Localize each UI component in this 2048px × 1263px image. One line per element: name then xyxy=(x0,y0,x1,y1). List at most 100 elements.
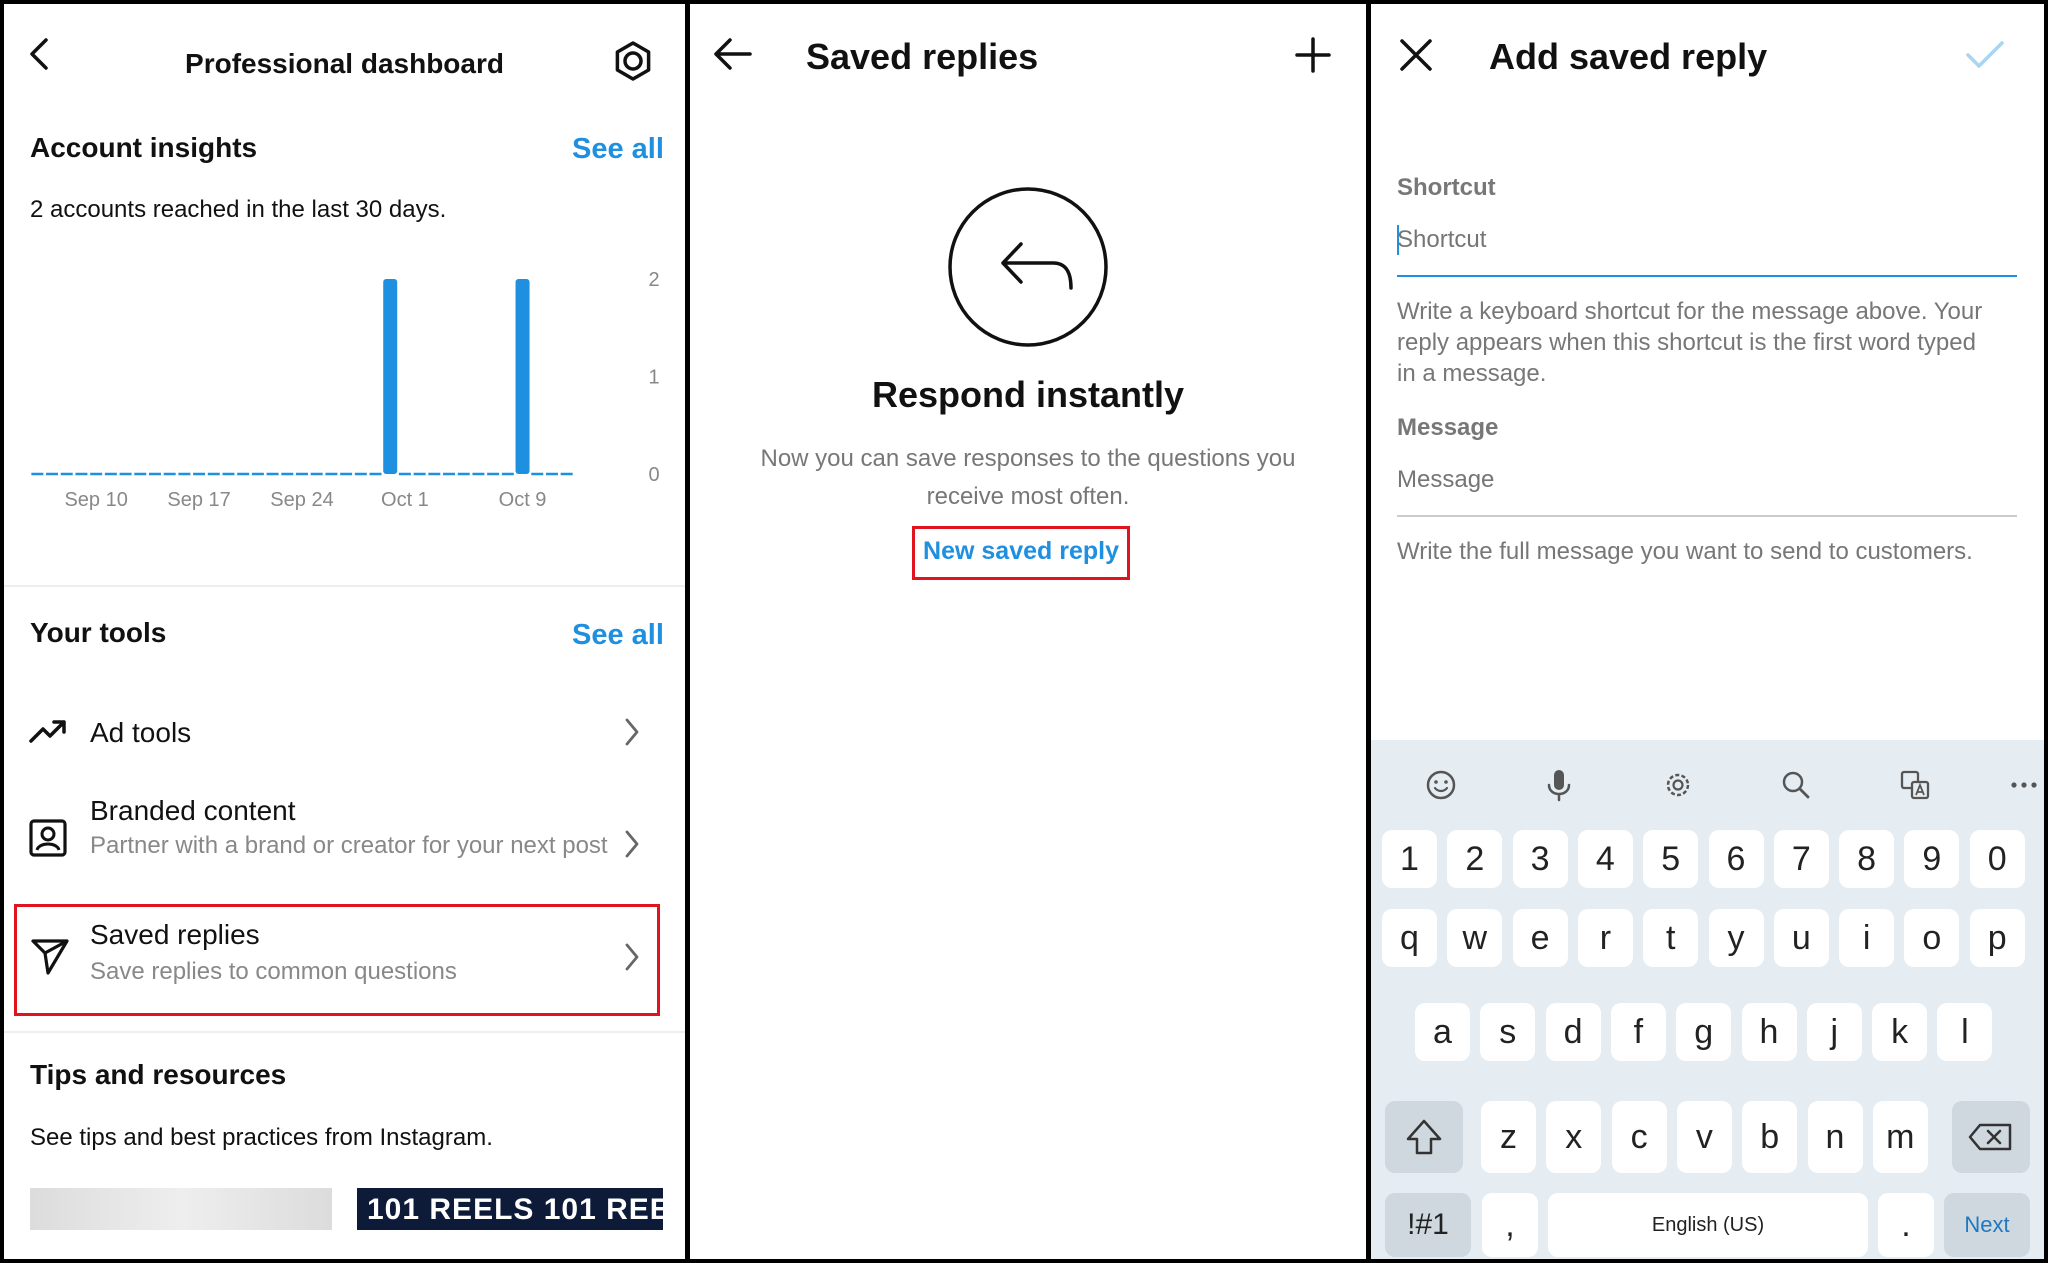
key-j[interactable]: j xyxy=(1806,1003,1862,1061)
chart-x-tick: Sep 24 xyxy=(270,489,333,511)
space-key[interactable]: English (US) xyxy=(1548,1193,1868,1257)
tool-item-branded-content[interactable]: Branded content Partner with a brand or … xyxy=(4,786,685,896)
tools-see-all-link[interactable]: See all xyxy=(572,619,664,652)
chevron-right-icon xyxy=(622,716,642,748)
add-plus-icon[interactable] xyxy=(1294,36,1332,74)
more-options-icon[interactable] xyxy=(2008,760,2044,810)
key-c[interactable]: c xyxy=(1611,1101,1667,1173)
tip-thumbnail[interactable] xyxy=(30,1188,332,1230)
chart-y-tick: 0 xyxy=(648,464,659,486)
symbols-key[interactable]: !#1 xyxy=(1385,1193,1471,1257)
new-saved-reply-button[interactable]: New saved reply xyxy=(912,526,1130,580)
key-r[interactable]: r xyxy=(1577,909,1633,967)
empty-state-heading: Respond instantly xyxy=(871,374,1185,415)
key-l[interactable]: l xyxy=(1937,1003,1993,1061)
key-z[interactable]: z xyxy=(1481,1101,1536,1173)
key-f[interactable]: f xyxy=(1610,1003,1666,1061)
chart-x-tick: Oct 1 xyxy=(381,489,429,511)
key-q[interactable]: q xyxy=(1382,909,1437,967)
reels-tip-thumbnail[interactable]: 101 REELS 101 REEL xyxy=(357,1188,663,1230)
close-icon[interactable] xyxy=(1399,38,1433,72)
chart-y-tick: 1 xyxy=(648,367,659,389)
tool-description: Save replies to common questions xyxy=(90,958,457,985)
page-title: Professional dashboard xyxy=(185,48,504,79)
shortcut-help-line-1: Write a keyboard shortcut for the messag… xyxy=(1397,298,1983,325)
confirm-check-icon[interactable] xyxy=(1965,40,2005,70)
empty-state-description-line-2: receive most often. xyxy=(926,483,1130,510)
key-9[interactable]: 9 xyxy=(1904,830,1960,888)
section-divider xyxy=(4,1031,685,1033)
shortcut-help-line-3: in a message. xyxy=(1397,360,1547,387)
microphone-icon[interactable] xyxy=(1534,760,1584,810)
key-s[interactable]: s xyxy=(1480,1003,1536,1061)
key-g[interactable]: g xyxy=(1676,1003,1732,1061)
key-p[interactable]: p xyxy=(1969,909,2025,967)
key-o[interactable]: o xyxy=(1904,909,1960,967)
key-b[interactable]: b xyxy=(1742,1101,1798,1173)
page-title: Saved replies xyxy=(806,36,1039,77)
key-0[interactable]: 0 xyxy=(1969,830,2025,888)
reach-summary: 2 accounts reached in the last 30 days. xyxy=(30,196,447,223)
chart-bar-oct-9 xyxy=(515,279,530,474)
key-h[interactable]: h xyxy=(1741,1003,1797,1061)
key-w[interactable]: w xyxy=(1447,909,1503,967)
insights-see-all-link[interactable]: See all xyxy=(572,133,664,166)
tool-label: Ad tools xyxy=(90,717,192,748)
tool-item-ad-tools[interactable]: Ad tools xyxy=(4,694,685,774)
key-6[interactable]: 6 xyxy=(1708,830,1764,888)
message-help: Write the full message you want to send … xyxy=(1397,538,1973,565)
keyboard-settings-gear-icon[interactable] xyxy=(1653,760,1703,810)
message-label: Message xyxy=(1397,414,1499,441)
branded-content-icon xyxy=(28,818,68,858)
reply-arrow-circle-icon xyxy=(947,186,1109,348)
message-underline xyxy=(1397,515,2017,517)
back-arrow-icon[interactable] xyxy=(712,36,754,72)
empty-state-description-line-1: Now you can save responses to the questi… xyxy=(760,445,1296,472)
tool-label: Branded content xyxy=(90,795,296,826)
key-4[interactable]: 4 xyxy=(1577,830,1633,888)
key-a[interactable]: a xyxy=(1415,1003,1470,1061)
tool-item-saved-replies[interactable]: Saved replies Save replies to common que… xyxy=(14,904,660,1016)
key-e[interactable]: e xyxy=(1512,909,1568,967)
key-1[interactable]: 1 xyxy=(1382,830,1437,888)
section-divider xyxy=(4,585,685,587)
tips-text: See tips and best practices from Instagr… xyxy=(30,1124,493,1151)
on-screen-keyboard: 1234567890 qwertyuiop asdfghjkl zxcvbnm !#1… xyxy=(1371,740,2044,1259)
backspace-key[interactable] xyxy=(1952,1101,2030,1173)
next-key[interactable]: Next xyxy=(1944,1193,2030,1257)
comma-key[interactable]: , xyxy=(1482,1193,1538,1257)
key-8[interactable]: 8 xyxy=(1839,830,1895,888)
tool-label: Saved replies xyxy=(90,919,260,950)
chevron-right-icon xyxy=(622,941,642,973)
key-m[interactable]: m xyxy=(1872,1101,1928,1173)
chart-x-tick: Sep 17 xyxy=(167,489,230,511)
emoji-icon[interactable] xyxy=(1416,760,1466,810)
key-2[interactable]: 2 xyxy=(1447,830,1503,888)
message-input[interactable] xyxy=(1397,466,1997,494)
key-k[interactable]: k xyxy=(1872,1003,1928,1061)
key-3[interactable]: 3 xyxy=(1512,830,1568,888)
chart-bar-sep-30 xyxy=(383,279,398,474)
key-v[interactable]: v xyxy=(1676,1101,1732,1173)
key-d[interactable]: d xyxy=(1545,1003,1601,1061)
paper-plane-icon xyxy=(29,935,71,977)
key-y[interactable]: y xyxy=(1708,909,1764,967)
key-n[interactable]: n xyxy=(1807,1101,1863,1173)
shortcut-input[interactable] xyxy=(1397,226,1997,254)
key-t[interactable]: t xyxy=(1643,909,1699,967)
key-i[interactable]: i xyxy=(1839,909,1895,967)
search-icon[interactable] xyxy=(1771,760,1821,810)
saved-replies-screen: Saved replies Respond instantly Now you … xyxy=(690,4,1366,1259)
key-5[interactable]: 5 xyxy=(1643,830,1699,888)
shift-key[interactable] xyxy=(1385,1101,1463,1173)
key-x[interactable]: x xyxy=(1546,1101,1602,1173)
tips-title: Tips and resources xyxy=(30,1059,287,1090)
chart-x-tick: Sep 10 xyxy=(64,489,127,511)
add-saved-reply-screen: Add saved reply Shortcut Write a keyboar… xyxy=(1371,4,2044,1259)
translate-icon[interactable] xyxy=(1890,760,1940,810)
key-7[interactable]: 7 xyxy=(1773,830,1829,888)
key-u[interactable]: u xyxy=(1773,909,1829,967)
thumbnail-text: 101 REELS 101 REEL xyxy=(367,1193,663,1226)
settings-gear-icon[interactable] xyxy=(612,40,654,82)
period-key[interactable]: . xyxy=(1878,1193,1934,1257)
